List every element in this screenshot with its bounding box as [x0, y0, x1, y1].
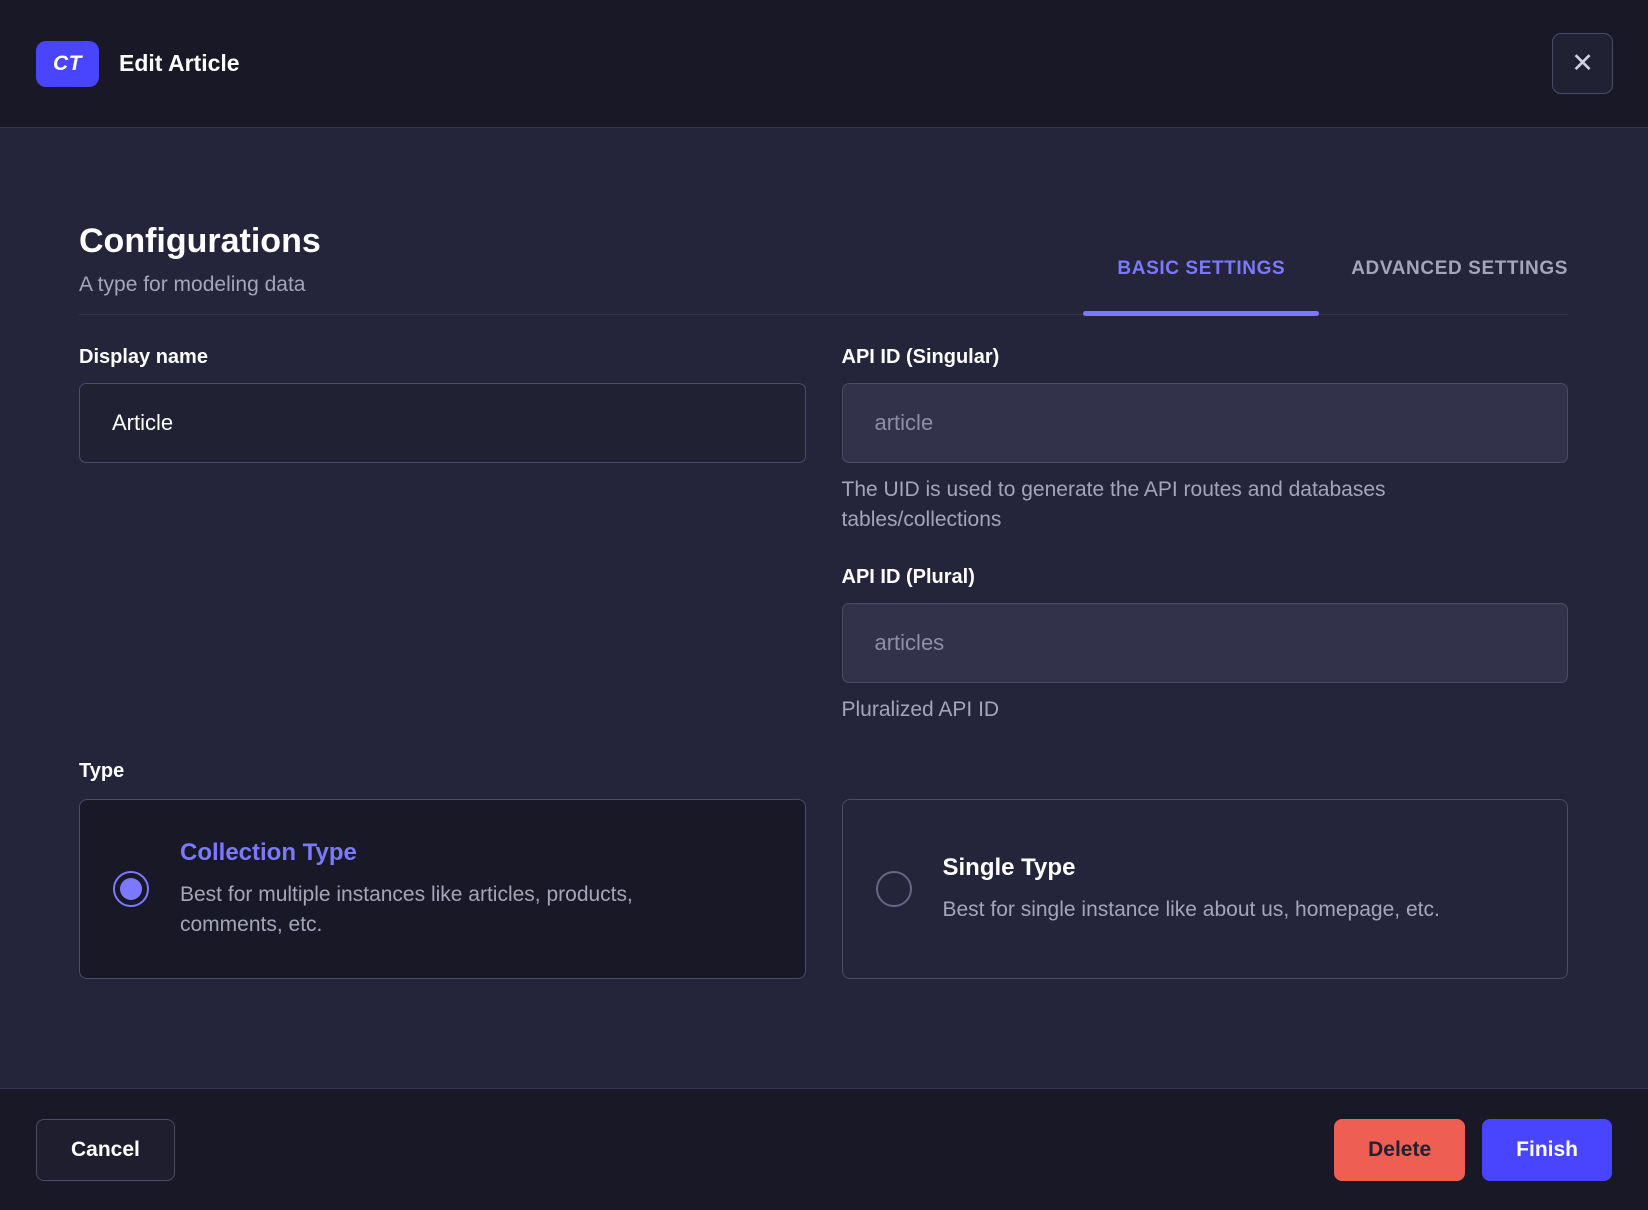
single-type-option[interactable]: Single Type Best for single instance lik… [841, 799, 1568, 979]
api-id-plural-label: API ID (Plural) [841, 566, 975, 588]
type-options: Collection Type Best for multiple instan… [79, 799, 1568, 979]
configurations-intro: Configurations A type for modeling data [79, 220, 321, 314]
radio-selected-dot [120, 878, 142, 900]
delete-button[interactable]: Delete [1334, 1118, 1466, 1181]
single-type-description: Best for single instance like about us, … [942, 898, 1440, 921]
finish-button[interactable]: Finish [1482, 1118, 1612, 1181]
display-name-input[interactable] [79, 383, 806, 463]
content-type-badge-icon: CT [36, 40, 99, 87]
settings-tabs: BASIC SETTINGS ADVANCED SETTINGS [1083, 258, 1568, 316]
modal-header: CT Edit Article ✕ [0, 0, 1648, 128]
collection-type-radio[interactable] [113, 871, 149, 907]
tab-advanced-settings[interactable]: ADVANCED SETTINGS [1351, 258, 1568, 314]
type-section: Type Collection Type Best for multiple i… [79, 759, 1568, 979]
api-id-singular-hint: The UID is used to generate the API rout… [841, 478, 1386, 531]
api-id-plural-input [841, 603, 1568, 683]
collection-type-title: Collection Type [180, 839, 357, 866]
close-button[interactable]: ✕ [1552, 33, 1613, 94]
footer-actions: Delete Finish [1334, 1118, 1612, 1181]
display-name-label: Display name [79, 346, 208, 368]
collection-type-description: Best for multiple instances like article… [180, 883, 633, 936]
modal-body: Configurations A type for modeling data … [0, 128, 1648, 1088]
single-type-title: Single Type [942, 854, 1076, 881]
display-name-field: Display name [79, 345, 806, 463]
settings-form: Display name API ID (Singular) The UID i… [79, 345, 1568, 725]
close-icon: ✕ [1571, 48, 1594, 78]
edit-content-type-modal: CT Edit Article ✕ Configurations A type … [0, 0, 1648, 1210]
tab-basic-settings[interactable]: BASIC SETTINGS [1083, 258, 1320, 316]
api-id-singular-input [841, 383, 1568, 463]
api-id-singular-field: API ID (Singular) The UID is used to gen… [841, 345, 1568, 535]
modal-footer: Cancel Delete Finish [0, 1088, 1648, 1210]
single-type-radio[interactable] [875, 871, 912, 907]
api-id-plural-field: API ID (Plural) Pluralized API ID [841, 565, 1568, 725]
modal-title: Edit Article [119, 50, 240, 76]
collection-type-option[interactable]: Collection Type Best for multiple instan… [79, 799, 806, 979]
configurations-header-row: Configurations A type for modeling data … [79, 220, 1568, 316]
page-subtitle: A type for modeling data [79, 273, 306, 296]
form-column-left: Display name [79, 345, 806, 725]
api-id-singular-label: API ID (Singular) [841, 346, 1000, 368]
cancel-button[interactable]: Cancel [36, 1118, 175, 1181]
form-column-right: API ID (Singular) The UID is used to gen… [841, 345, 1568, 725]
page-title: Configurations [79, 222, 321, 260]
type-label: Type [79, 760, 125, 782]
api-id-plural-hint: Pluralized API ID [841, 698, 1000, 721]
single-type-text: Single Type Best for single instance lik… [943, 853, 1440, 925]
collection-type-text: Collection Type Best for multiple instan… [180, 838, 740, 940]
